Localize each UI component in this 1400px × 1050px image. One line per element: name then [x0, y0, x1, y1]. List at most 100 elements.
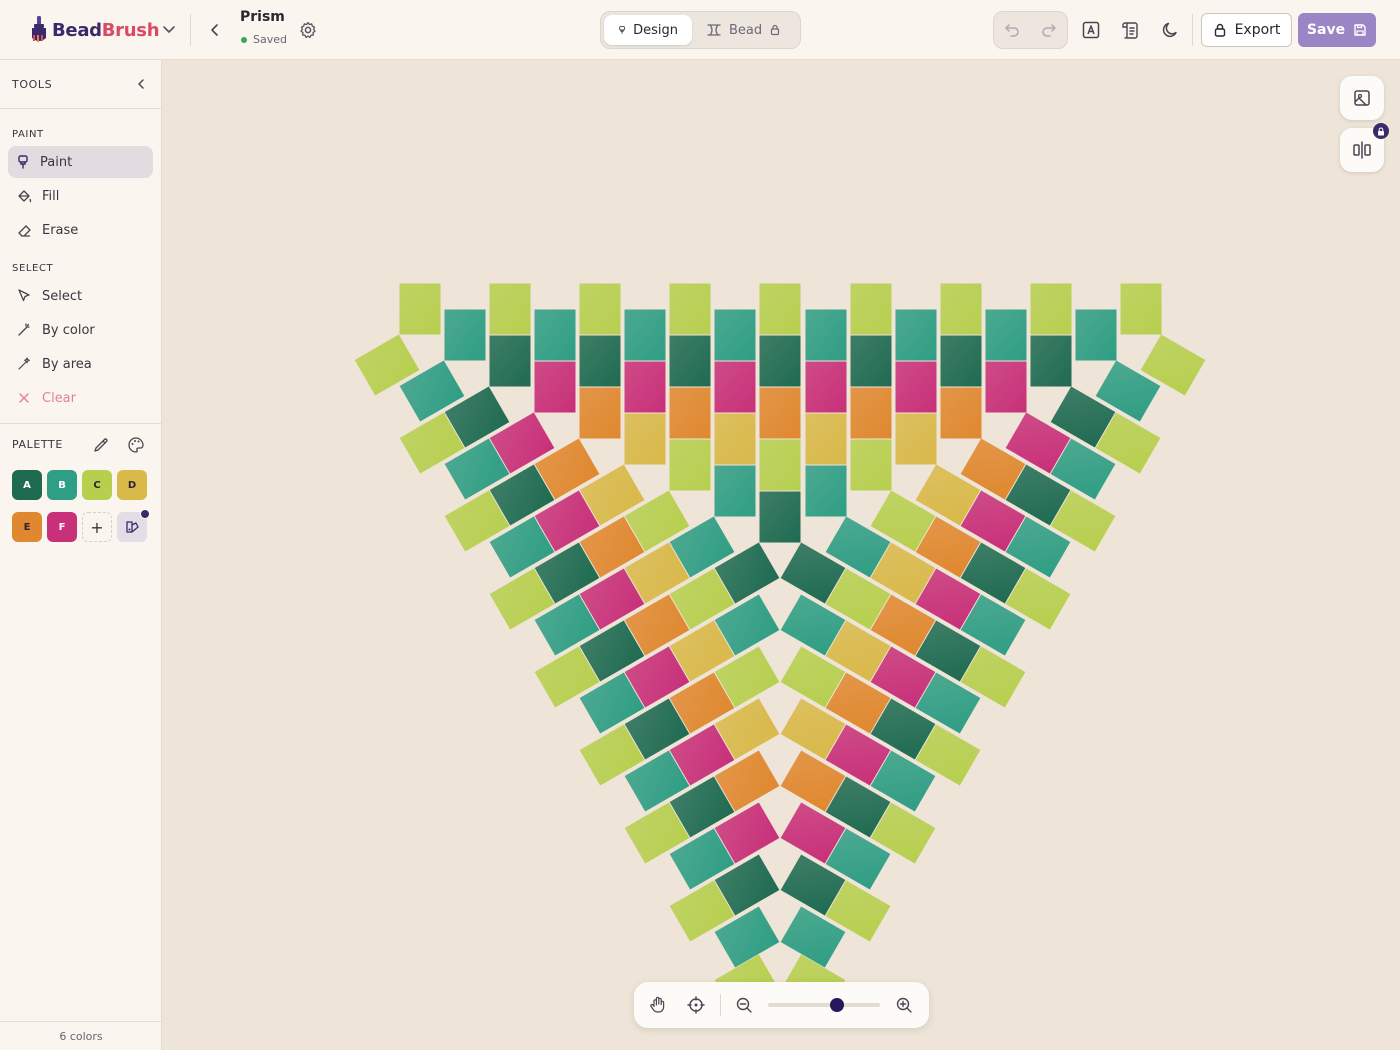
tool-clear-selection[interactable]: Clear — [8, 382, 153, 414]
hand-pan-icon[interactable] — [648, 995, 668, 1015]
bead[interactable] — [985, 309, 1027, 361]
undo-icon[interactable] — [1003, 21, 1021, 39]
bead[interactable] — [805, 361, 847, 413]
bead[interactable] — [805, 309, 847, 361]
bead[interactable] — [624, 309, 666, 361]
bead[interactable] — [714, 309, 756, 361]
undo-redo-group — [993, 11, 1068, 49]
palette-import-icon — [126, 521, 139, 533]
bead[interactable] — [669, 283, 711, 335]
import-palette-button[interactable] — [117, 509, 150, 542]
moon-icon[interactable] — [1160, 19, 1182, 41]
bead[interactable] — [759, 283, 801, 335]
bead[interactable] — [489, 335, 531, 387]
bead[interactable] — [444, 309, 486, 361]
bead[interactable] — [714, 413, 756, 465]
bead[interactable] — [940, 335, 982, 387]
palette-icon[interactable] — [127, 436, 145, 454]
bead[interactable] — [850, 283, 892, 335]
reference-image-button[interactable] — [1340, 76, 1384, 120]
zoom-slider-thumb[interactable] — [830, 998, 845, 1012]
tool-erase[interactable]: Erase — [8, 214, 153, 246]
bead[interactable] — [759, 439, 801, 491]
text-frame-icon[interactable] — [1080, 19, 1102, 41]
divider — [190, 14, 191, 46]
eyedropper-icon[interactable] — [92, 436, 110, 454]
bead[interactable] — [940, 387, 982, 439]
bead[interactable] — [759, 387, 801, 439]
brush-logo-icon — [32, 16, 46, 42]
palette-swatch-b[interactable]: B — [47, 470, 77, 500]
bead-pattern[interactable] — [162, 60, 1400, 1050]
collapse-chevron-icon[interactable] — [133, 76, 149, 92]
mirror-symmetry-button[interactable] — [1340, 123, 1389, 172]
bead[interactable] — [669, 387, 711, 439]
bead[interactable] — [399, 283, 441, 335]
bead[interactable] — [534, 309, 576, 361]
bead[interactable] — [489, 283, 531, 335]
image-icon — [1354, 90, 1370, 106]
tool-fill[interactable]: Fill — [8, 180, 153, 212]
floppy-disk-icon — [1354, 24, 1366, 36]
bead[interactable] — [850, 439, 892, 491]
bead[interactable] — [759, 491, 801, 543]
eraser-icon — [18, 225, 31, 237]
back-chevron-icon[interactable] — [205, 20, 225, 40]
bead[interactable] — [669, 335, 711, 387]
bead[interactable] — [805, 413, 847, 465]
bead[interactable] — [1030, 283, 1072, 335]
bead[interactable] — [759, 335, 801, 387]
bead[interactable] — [850, 387, 892, 439]
bead[interactable] — [714, 465, 756, 517]
tool-paint[interactable]: Paint — [8, 146, 153, 178]
lock-icon — [1373, 123, 1389, 139]
export-button[interactable]: Export — [1201, 13, 1292, 47]
palette-swatch-c[interactable]: C — [82, 470, 112, 500]
zoom-in-icon[interactable] — [895, 996, 913, 1014]
bead[interactable] — [579, 335, 621, 387]
bead[interactable] — [1030, 335, 1072, 387]
recenter-icon[interactable] — [686, 995, 706, 1015]
palette-swatch-e[interactable]: E — [12, 512, 42, 542]
palette-swatch-d[interactable]: D — [117, 470, 147, 500]
mode-switch: Design Bead — [600, 11, 801, 49]
sparkle-wand-icon — [18, 357, 30, 370]
document-title[interactable]: Prism — [240, 9, 285, 25]
palette-grid: A B C D E F + — [0, 464, 161, 548]
spool-icon — [707, 24, 721, 36]
bead[interactable] — [1120, 283, 1162, 335]
bead[interactable] — [895, 413, 937, 465]
bead[interactable] — [534, 361, 576, 413]
palette-swatch-a[interactable]: A — [12, 470, 42, 500]
bead[interactable] — [624, 361, 666, 413]
zoom-slider[interactable] — [768, 998, 880, 1012]
tool-select-by-color[interactable]: By color — [8, 314, 153, 346]
tab-bead[interactable]: Bead — [696, 15, 791, 45]
add-color-button[interactable]: + — [82, 512, 112, 542]
bead[interactable] — [850, 335, 892, 387]
gear-icon[interactable] — [298, 20, 318, 40]
chevron-down-icon[interactable] — [160, 20, 178, 38]
tool-select[interactable]: Select — [8, 280, 153, 312]
bead[interactable] — [714, 361, 756, 413]
top-bar: BeadBrush Prism Saved Design Bead Export… — [0, 0, 1400, 60]
pattern-guide-icon[interactable] — [1120, 19, 1142, 41]
bead[interactable] — [940, 283, 982, 335]
bead[interactable] — [985, 361, 1027, 413]
save-button[interactable]: Save — [1298, 13, 1376, 47]
bead[interactable] — [669, 439, 711, 491]
palette-swatch-f[interactable]: F — [47, 512, 77, 542]
bead[interactable] — [624, 413, 666, 465]
redo-icon[interactable] — [1040, 21, 1058, 39]
app-logo[interactable]: BeadBrush — [30, 16, 160, 44]
design-canvas[interactable] — [162, 60, 1400, 1050]
tab-design[interactable]: Design — [604, 15, 692, 45]
bead[interactable] — [579, 283, 621, 335]
bead[interactable] — [579, 387, 621, 439]
zoom-out-icon[interactable] — [735, 996, 753, 1014]
bead[interactable] — [895, 309, 937, 361]
bead[interactable] — [805, 465, 847, 517]
bead[interactable] — [895, 361, 937, 413]
tool-select-by-area[interactable]: By area — [8, 348, 153, 380]
bead[interactable] — [1075, 309, 1117, 361]
